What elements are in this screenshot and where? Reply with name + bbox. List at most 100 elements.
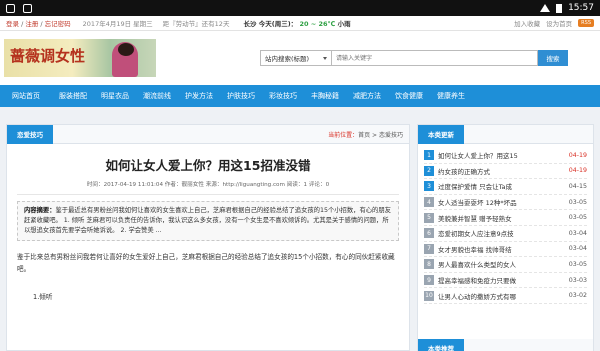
rank-badge: 3 [424,181,434,192]
latest-articles-list: 1 如何让女人爱上你？用这15 04-19 2 约女孩的正确方式 04-19 3 过度保护爱情… [418,144,593,304]
logo-figure-head-icon [118,43,134,56]
breadcrumb-category[interactable]: 恋爱技巧 [379,132,403,139]
nav-item[interactable]: 护发方法 [178,91,220,101]
register-link[interactable]: 注册 [25,20,38,28]
site-header: 蔷薇调女性 站内搜索(标题) 搜索 [0,31,600,85]
sidebar-head-2-title: 本类推荐 [418,338,464,351]
breadcrumb-home[interactable]: 首页 [358,132,370,139]
list-item-title[interactable]: 约女孩的正确方式 [438,166,565,176]
account-links: 登录 / 注册 / 忘记密码 [6,20,71,28]
sidebar-head: 本类更新 [418,124,593,144]
article-paragraph: 1.倾听 [33,293,53,301]
login-link[interactable]: 登录 [6,20,19,28]
article-body: 鉴于比来总有男粉丝问我若何让喜好的女生爱好上自己，芝麻君根据自己的经验总结了追女… [17,251,399,303]
main-nav: 网站首页 服装搭配 明星衣品 潮流前线 护发方法 护肤技巧 彩妆技巧 丰胸秘籍 … [0,85,600,107]
list-item-title[interactable]: 恋爱初期女人应注意9点技 [438,228,565,238]
rank-badge: 6 [424,228,434,239]
list-item-date: 03-02 [568,292,587,300]
list-item-date: 03-04 [568,245,587,253]
search-scope-select[interactable]: 站内搜索(标题) [260,50,332,66]
breadcrumb-label: 当前位置： [328,131,359,139]
nav-item[interactable]: 潮流前线 [136,91,178,101]
category-tab[interactable]: 恋爱技巧 [7,124,53,144]
list-item-title[interactable]: 女人适当耍耍坏 12种*坏品 [438,197,565,207]
nav-item[interactable]: 饮食健康 [388,91,430,101]
weather-temp: 20 ~ 26℃ [299,20,336,28]
nav-item[interactable]: 丰胸秘籍 [304,91,346,101]
list-item-date: 03-05 [568,198,587,206]
festival-countdown: 距『劳动节』还有12天 [162,20,230,28]
rank-badge: 7 [424,243,434,254]
current-date: 2017年4月19日 星期三 [82,20,153,28]
list-item[interactable]: 4 女人适当耍耍坏 12种*坏品 03-05 [424,195,587,211]
article-summary: 内容摘要：鉴于最近总有男粉丝问我如何让喜欢的女生喜欢上自己，芝麻君根据自己的经验… [17,201,399,241]
sidebar-head-2: 本类推荐 [418,338,593,351]
sidebar-head-title: 本类更新 [418,124,464,144]
list-item[interactable]: 3 过度保护爱情 只会让Ta成 04-15 [424,179,587,195]
search-input[interactable] [332,50,538,66]
status-icons-left [6,3,32,13]
chevron-down-icon [323,56,327,60]
site-search: 站内搜索(标题) 搜索 [260,50,568,66]
forgot-password-link[interactable]: 忘记密码 [45,20,71,28]
list-item-title[interactable]: 提高幸福感和免疫力只要做 [438,275,565,285]
rank-badge: 4 [424,197,434,208]
weather-city: 长沙 [243,20,257,28]
download-icon [23,3,32,13]
rank-badge: 8 [424,259,434,270]
nav-item[interactable]: 彩妆技巧 [262,91,304,101]
rank-badge: 1 [424,150,434,161]
status-icons-right: 15:57 [540,3,594,13]
list-item[interactable]: 7 女才男貌也幸福 找帅哥结 03-04 [424,242,587,258]
list-item-title[interactable]: 让男人心动的撒娇方式有哪 [438,291,565,301]
article-panel: 恋爱技巧 当前位置：首页 > 恋爱技巧 如何让女人爱上你？用这15招准没错 时间… [6,124,410,351]
weather-label: 今天(周三)： [258,20,298,28]
nav-item[interactable]: 明星衣品 [94,91,136,101]
rank-badge: 9 [424,275,434,286]
breadcrumb: 当前位置：首页 > 恋爱技巧 [328,130,409,139]
rank-badge: 5 [424,212,434,223]
site-logo[interactable]: 蔷薇调女性 [4,39,156,77]
article-title: 如何让女人爱上你？用这15招准没错 [105,158,311,173]
search-scope-value: 站内搜索(标题) [265,55,310,63]
list-item[interactable]: 2 约女孩的正确方式 04-19 [424,164,587,180]
weather-widget: 长沙 今天(周三)： 20 ~ 26℃ 小雨 [243,18,350,28]
list-item-date: 03-04 [568,229,587,237]
topbar-actions: 加入收藏 设为首页 RSS [514,18,594,28]
site-topbar: 登录 / 注册 / 忘记密码 2017年4月19日 星期三 距『劳动节』还有12… [0,16,600,31]
list-item-title[interactable]: 过度保护爱情 只会让Ta成 [438,181,565,191]
article-paragraph: 鉴于比来总有男粉丝问我若何让喜好的女生爱好上自己，芝麻君根据自己的经验总结了追女… [17,253,395,273]
nav-item[interactable]: 健康养生 [430,91,472,101]
add-favorite-link[interactable]: 加入收藏 [514,18,540,28]
rank-badge: 2 [424,165,434,176]
list-item-title[interactable]: 男人最喜欢什么类型的女人 [438,259,565,269]
notification-icon [6,3,15,13]
set-homepage-link[interactable]: 设为首页 [546,18,572,28]
summary-text: 鉴于最近总有男粉丝问我如何让喜欢的女生喜欢上自己，芝麻君根据自己的经验总结了追女… [24,207,391,234]
rss-icon[interactable]: RSS [578,19,594,27]
system-status-bar: 15:57 [0,0,600,16]
list-item[interactable]: 10 让男人心动的撒娇方式有哪 03-02 [424,288,587,304]
list-item-date: 03-05 [568,260,587,268]
sidebar-panel: 本类更新 1 如何让女人爱上你？用这15 04-19 2 约女孩的正确方式 04-19 3 过… [417,124,594,351]
list-item-date: 03-05 [568,214,587,222]
nav-item[interactable]: 护肤技巧 [220,91,262,101]
search-button[interactable]: 搜索 [538,50,568,66]
article-meta: 时间：2017-04-19 11:01:04 作者：靓丽女性 来源：http:/… [17,180,399,195]
rank-badge: 10 [424,290,434,301]
wifi-icon [540,4,551,12]
list-item[interactable]: 6 恋爱初期女人应注意9点技 03-04 [424,226,587,242]
list-item[interactable]: 5 美貌兼并智慧 赠予轻熟女 03-05 [424,210,587,226]
list-item[interactable]: 9 提高幸福感和免疫力只要做 03-03 [424,273,587,289]
logo-text: 蔷薇调女性 [10,47,86,65]
list-item[interactable]: 8 男人最喜欢什么类型的女人 03-05 [424,257,587,273]
list-item-title[interactable]: 美貌兼并智慧 赠予轻熟女 [438,213,565,223]
list-item-date: 04-19 [568,167,587,175]
list-item-title[interactable]: 如何让女人爱上你？用这15 [438,150,565,160]
list-item-title[interactable]: 女才男貌也幸福 找帅哥结 [438,244,565,254]
nav-home[interactable]: 网站首页 [12,91,52,101]
list-item[interactable]: 1 如何让女人爱上你？用这15 04-19 [424,148,587,164]
summary-label: 内容摘要： [24,207,56,214]
nav-item[interactable]: 服装搭配 [52,91,94,101]
nav-item[interactable]: 减肥方法 [346,91,388,101]
